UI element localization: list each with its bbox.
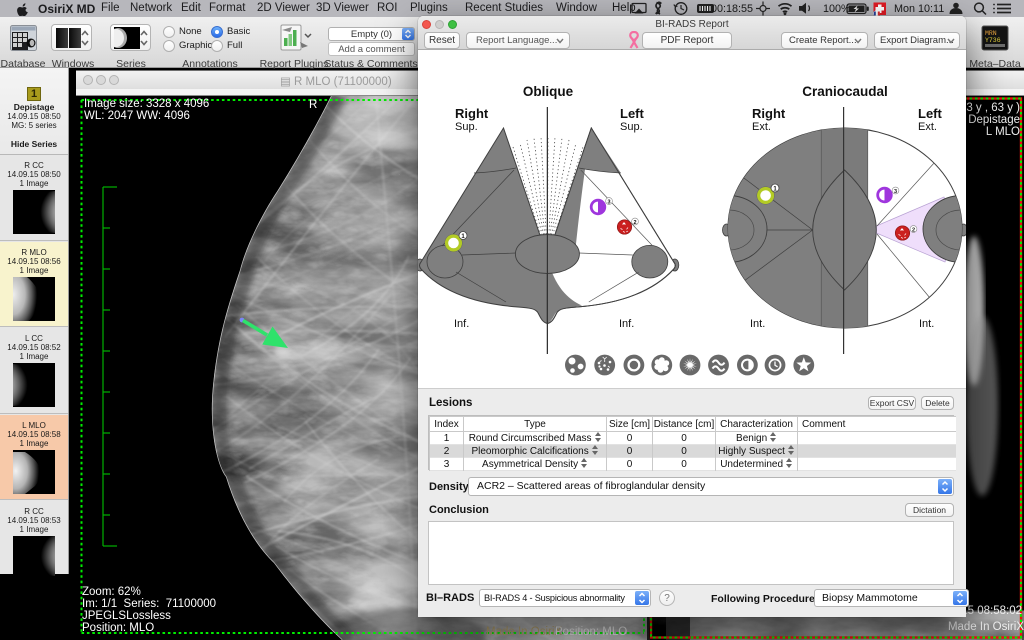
svg-text:Left: Left (620, 106, 645, 121)
svg-text:Sup.: Sup. (455, 121, 478, 133)
svg-text:Right: Right (752, 106, 786, 121)
svg-text:Ext.: Ext. (752, 121, 771, 133)
svg-text:Oblique: Oblique (523, 84, 574, 99)
svg-text:Ext.: Ext. (918, 121, 937, 133)
svg-text:00:18:55: 00:18:55 (711, 3, 753, 15)
svg-text:Inf.: Inf. (454, 318, 469, 330)
svg-text:Int.: Int. (919, 318, 934, 330)
svg-text:3: 3 (607, 200, 610, 206)
svg-text:3: 3 (894, 189, 897, 195)
svg-text:Sup.: Sup. (620, 121, 643, 133)
svg-text:MRN: MRN (985, 30, 997, 37)
svg-text:Craniocaudal: Craniocaudal (802, 84, 888, 99)
svg-text:2: 2 (912, 228, 915, 234)
svg-text:Inf.: Inf. (619, 318, 634, 330)
svg-text:Right: Right (455, 106, 489, 121)
svg-text:Int.: Int. (750, 318, 765, 330)
svg-text:2: 2 (633, 220, 636, 226)
svg-text:Left: Left (918, 106, 943, 121)
svg-text:Mon 10:11: Mon 10:11 (894, 3, 944, 15)
svg-text:Y736: Y736 (985, 37, 1001, 44)
